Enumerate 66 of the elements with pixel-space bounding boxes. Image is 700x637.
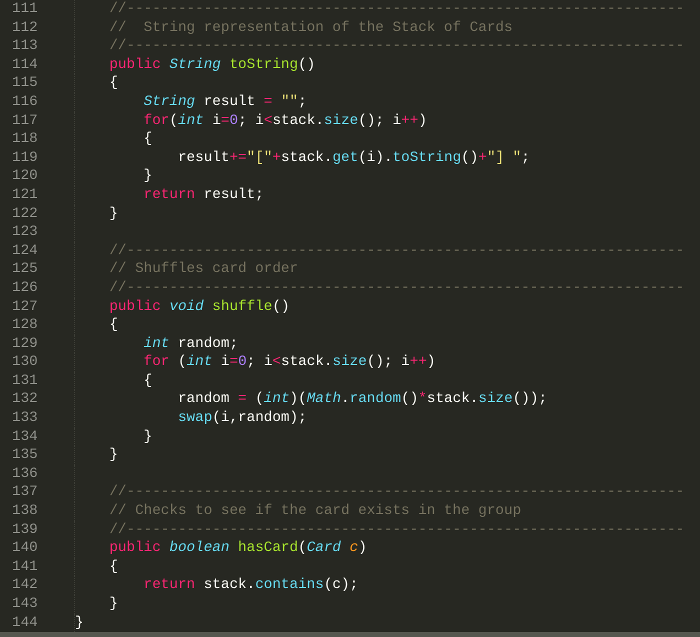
code-line: { xyxy=(109,558,118,576)
line-number: 127 xyxy=(12,298,38,314)
line-number: 113 xyxy=(12,38,38,54)
line-number: 118 xyxy=(12,131,38,148)
line-number: 130 xyxy=(12,354,38,370)
line-number: 136 xyxy=(12,466,38,482)
code-line: return stack.contains(c); xyxy=(144,576,358,595)
code-line: int random; xyxy=(144,334,238,354)
code-comment: // String representation of the Stack of Cards xyxy=(109,18,513,38)
code-line: { xyxy=(144,372,152,390)
line-number: 140 xyxy=(12,540,38,556)
line-number: 128 xyxy=(12,317,38,334)
line-number: 124 xyxy=(12,242,38,259)
line-number: 126 xyxy=(12,280,38,296)
line-number: 131 xyxy=(12,372,38,389)
code-comment: //----------------------------------------------------------------- xyxy=(109,242,684,260)
code-line: public void shuffle() xyxy=(109,298,290,316)
code-line: } xyxy=(75,614,84,632)
line-number: 116 xyxy=(12,94,38,110)
code-line: } xyxy=(144,167,152,186)
line-number: 139 xyxy=(12,522,38,538)
code-line: public String toString() xyxy=(109,56,316,74)
line-number: 133 xyxy=(12,410,38,426)
line-number: 111 xyxy=(12,1,38,17)
code-line: { xyxy=(144,130,152,149)
code-comment: // Shuffles card order xyxy=(109,260,298,279)
code-line: random = (int)(Math.random()*stack.size()); xyxy=(178,390,548,410)
code-line: swap(i,random); xyxy=(178,409,307,428)
code-line: return result; xyxy=(144,186,264,205)
code-line: for (int i=0; i<stack.size(); i++) xyxy=(144,353,436,372)
code-line: { xyxy=(109,316,118,335)
line-number: 112 xyxy=(12,20,38,36)
code-line: } xyxy=(109,446,118,465)
line-number: 114 xyxy=(12,56,38,73)
line-number: 129 xyxy=(12,336,38,352)
line-number: 120 xyxy=(12,168,38,184)
code-comment: //----------------------------------------------------------------- xyxy=(109,278,684,298)
line-number: 117 xyxy=(12,112,38,129)
code-line: public boolean hasCard(Card c) xyxy=(109,539,367,558)
line-number: 119 xyxy=(12,150,38,166)
line-number: 143 xyxy=(12,596,38,612)
line-number: 135 xyxy=(12,447,38,464)
line-number: 115 xyxy=(12,75,38,92)
line-number: 132 xyxy=(12,391,38,408)
line-number: 138 xyxy=(12,503,38,520)
code-comment: //----------------------------------------------------------------- xyxy=(109,520,684,540)
code-line: { xyxy=(109,74,118,93)
line-number: 144 xyxy=(12,614,38,631)
line-number: 122 xyxy=(12,206,38,222)
line-number: 121 xyxy=(12,186,38,203)
line-number: 137 xyxy=(12,484,38,500)
line-number: 141 xyxy=(12,558,38,575)
code-line: } xyxy=(109,595,118,614)
line-number: 123 xyxy=(12,224,38,240)
line-number: 142 xyxy=(12,577,38,594)
code-comment: // Checks to see if the card exists in the group xyxy=(109,502,522,521)
code-line: result+="["+stack.get(i).toString()+"] "; xyxy=(178,148,530,168)
code-comment: //----------------------------------------------------------------- xyxy=(109,37,684,56)
code-line: for(int i=0; i<stack.size(); i++) xyxy=(144,112,427,130)
code-comment: //----------------------------------------------------------------- xyxy=(109,0,684,19)
code-comment: //----------------------------------------------------------------- xyxy=(109,483,684,502)
line-number: 134 xyxy=(12,428,38,445)
line-number: 125 xyxy=(12,261,38,278)
code-line: String result = ""; xyxy=(144,92,307,112)
code-line: } xyxy=(144,428,152,446)
code-line: } xyxy=(109,204,118,224)
